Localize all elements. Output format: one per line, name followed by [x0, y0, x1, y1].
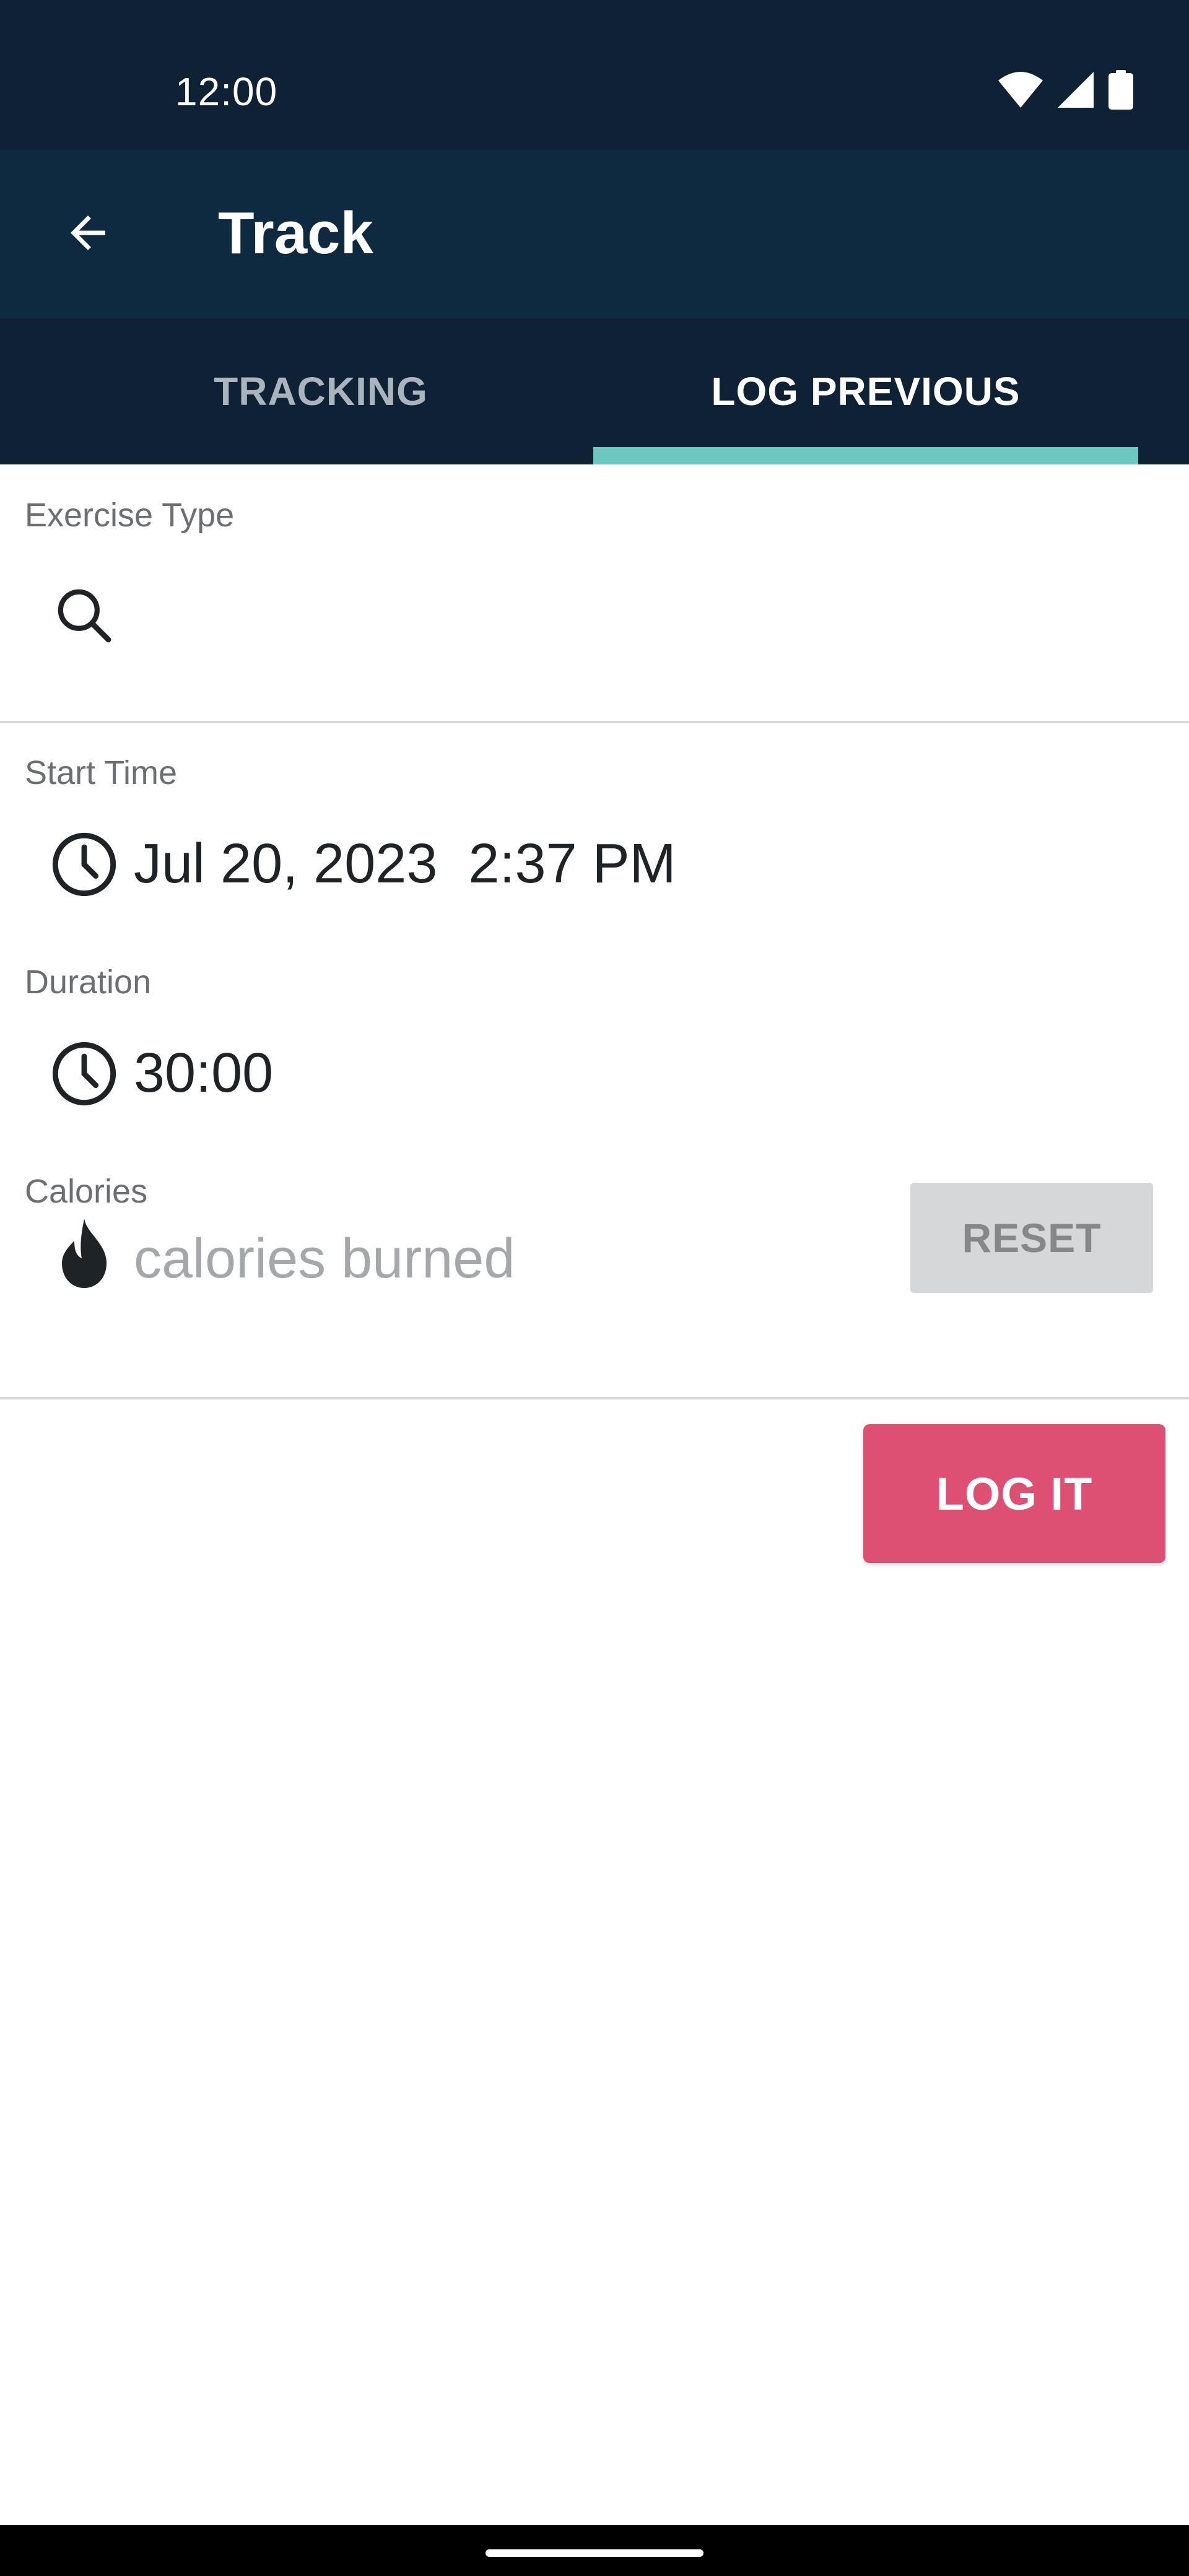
back-button[interactable] — [45, 191, 131, 277]
calories-input[interactable]: calories burned — [134, 1225, 515, 1293]
signal-icon — [1058, 72, 1094, 108]
home-handle[interactable] — [486, 2549, 703, 2557]
duration-value[interactable]: 30:00 — [134, 1039, 273, 1107]
search-icon — [52, 583, 116, 651]
log-it-button[interactable]: LOG IT — [863, 1424, 1165, 1563]
divider — [0, 721, 1189, 723]
tab-tracking[interactable]: TRACKING — [48, 318, 593, 464]
tab-log-previous[interactable]: LOG PREVIOUS — [593, 318, 1138, 464]
clock-icon — [48, 1038, 120, 1110]
tab-bar: TRACKING LOG PREVIOUS — [0, 318, 1189, 464]
divider — [0, 1397, 1189, 1399]
battery-icon — [1108, 70, 1133, 110]
exercise-type-label: Exercise Type — [25, 497, 235, 534]
status-bar: 12:00 — [0, 0, 1189, 150]
calories-label: Calories — [25, 1173, 148, 1210]
duration-label: Duration — [25, 964, 152, 1001]
status-icons — [998, 68, 1133, 111]
app-bar: Track — [0, 150, 1189, 318]
tab-indicator — [593, 447, 1138, 464]
start-time-value[interactable]: Jul 20, 2023 2:37 PM — [134, 830, 676, 898]
wifi-icon — [998, 72, 1043, 108]
start-date[interactable]: Jul 20, 2023 — [134, 833, 437, 895]
flame-icon — [48, 1217, 120, 1289]
status-time: 12:00 — [175, 69, 278, 114]
start-time[interactable]: 2:37 PM — [468, 833, 676, 895]
clock-icon — [48, 829, 120, 900]
start-time-label: Start Time — [25, 754, 178, 791]
reset-button[interactable]: RESET — [910, 1183, 1153, 1293]
page-title: Track — [218, 200, 373, 266]
exercise-type-search[interactable] — [48, 581, 120, 653]
arrow-left-icon — [62, 207, 114, 262]
